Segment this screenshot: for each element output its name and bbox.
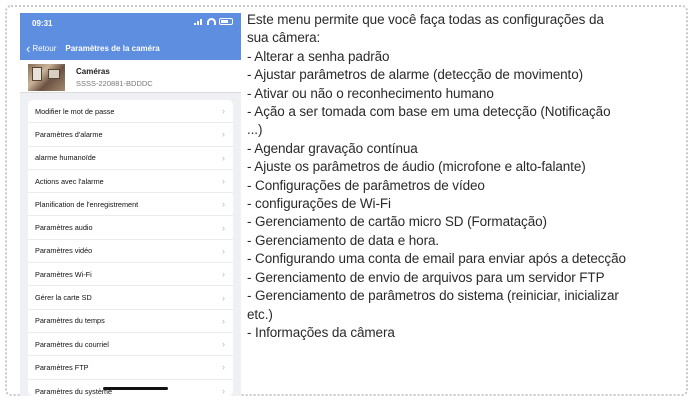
menu-item-label: Paramètres du système (35, 386, 113, 396)
status-icons (194, 18, 233, 25)
description-line: sua câmera: (247, 30, 321, 46)
menu-item-recording-schedule[interactable]: Planification de l'enregistrement › (28, 193, 233, 217)
nav-row: ‹ Retour Paramètres de la caméra (20, 39, 241, 57)
menu-item-label: alarme humanoïde (35, 153, 96, 163)
menu-item-video[interactable]: Paramètres vidéo › (28, 240, 233, 264)
description-line: - Gerenciamento de parâmetros do sistema… (247, 288, 619, 304)
settings-menu: Modifier le mot de passe › Paramètres d'… (28, 100, 233, 396)
description-line: - Informações da câmera (247, 324, 395, 340)
chevron-right-icon: › (222, 315, 225, 326)
top-bar: 09:31 ‹ Retour Paramètres de la caméra (20, 13, 241, 60)
menu-item-label: Paramètres audio (35, 223, 93, 233)
home-indicator (103, 387, 168, 390)
menu-item-password[interactable]: Modifier le mot de passe › (28, 100, 233, 124)
back-button[interactable]: Retour (32, 44, 56, 53)
chevron-right-icon: › (222, 245, 225, 256)
chevron-right-icon: › (222, 269, 225, 280)
description-line: Este menu permite que você faça todas as… (247, 12, 604, 27)
chevron-right-icon: › (222, 199, 225, 210)
phone-screenshot: 09:31 ‹ Retour Paramètres de la caméra C… (20, 13, 241, 396)
menu-item-label: Paramètres d'alarme (35, 129, 103, 139)
menu-item-email[interactable]: Paramètres du courriel › (28, 333, 233, 357)
camera-header: Caméras SSSS-220881-BDDDC (20, 60, 241, 93)
battery-icon (219, 18, 233, 25)
menu-item-audio[interactable]: Paramètres audio › (28, 216, 233, 240)
menu-item-label: Paramètres vidéo (35, 246, 93, 256)
chevron-right-icon: › (222, 129, 225, 140)
description-text: Este menu permite que você faça todas as… (247, 11, 687, 342)
description-line: ...) (247, 122, 263, 138)
menu-item-label: Planification de l'enregistrement (35, 199, 139, 209)
menu-item-sd-card[interactable]: Gérer la carte SD › (28, 286, 233, 310)
description-line: - Alterar a senha padrão (247, 48, 390, 64)
chevron-right-icon: › (222, 152, 225, 163)
wifi-icon (207, 18, 216, 25)
menu-item-label: Paramètres Wi-Fi (35, 269, 92, 279)
menu-item-humanoid[interactable]: alarme humanoïde › (28, 147, 233, 170)
chevron-right-icon: › (222, 176, 225, 187)
signal-icon (194, 18, 204, 25)
description-line: - Ação a ser tomada com base em uma dete… (247, 104, 611, 120)
menu-item-label: Gérer la carte SD (35, 293, 92, 303)
back-chevron-icon[interactable]: ‹ (26, 42, 30, 55)
description-line: - Ativar ou não o reconhecimento humano (247, 85, 494, 101)
description-line: - Agendar gravação contínua (247, 140, 418, 156)
description-line: - Gerenciamento de cartão micro SD (Form… (247, 214, 547, 230)
description-line: - Configurando uma conta de email para e… (247, 251, 626, 267)
description-line: - Configurações de parâmetros de vídeo (247, 177, 485, 193)
chevron-right-icon: › (222, 339, 225, 350)
menu-item-label: Actions avec l'alarme (35, 176, 104, 186)
chevron-right-icon: › (222, 292, 225, 303)
menu-item-label: Modifier le mot de passe (35, 106, 115, 116)
camera-id: SSSS-220881-BDDDC (76, 79, 153, 88)
chevron-right-icon: › (222, 106, 225, 117)
camera-thumbnail (28, 64, 65, 91)
description-line: - Gerenciamento de data e hora. (247, 232, 440, 248)
description-line: - Gerenciamento de envio de arquivos par… (247, 269, 605, 285)
page-title: Paramètres de la caméra (65, 43, 160, 53)
menu-item-wifi[interactable]: Paramètres Wi-Fi › (28, 263, 233, 287)
menu-item-alarm[interactable]: Paramètres d'alarme › (28, 123, 233, 147)
chevron-right-icon: › (222, 222, 225, 233)
menu-item-ftp[interactable]: Paramètres FTP › (28, 356, 233, 380)
menu-item-alarm-actions[interactable]: Actions avec l'alarme › (28, 170, 233, 194)
menu-item-label: Paramètres du temps (35, 316, 105, 326)
menu-item-time[interactable]: Paramètres du temps › (28, 310, 233, 333)
description-line: - Ajustar parâmetros de alarme (detecção… (247, 67, 584, 83)
menu-item-label: Paramètres du courriel (35, 339, 109, 349)
status-time: 09:31 (32, 19, 53, 28)
chevron-right-icon: › (222, 386, 225, 396)
description-line: etc.) (247, 306, 273, 322)
description-line: - configurações de Wi-Fi (247, 196, 391, 212)
camera-name: Caméras (76, 67, 110, 76)
menu-item-label: Paramètres FTP (35, 362, 89, 372)
chevron-right-icon: › (222, 362, 225, 373)
description-line: - Ajuste os parâmetros de áudio (microfo… (247, 159, 586, 175)
